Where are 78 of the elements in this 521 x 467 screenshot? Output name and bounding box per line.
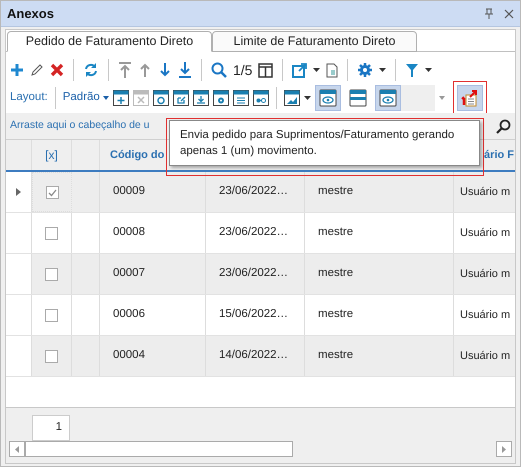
table-row[interactable]: 00008 23/06/2022… mestre Usuário m [6, 213, 515, 254]
caret-icon[interactable] [313, 68, 320, 72]
first-arrow-icon[interactable] [118, 62, 132, 78]
delete-icon[interactable] [50, 63, 64, 77]
last-arrow-icon[interactable] [178, 62, 192, 78]
columns-icon[interactable] [258, 62, 274, 78]
refresh-icon[interactable] [83, 62, 99, 78]
table-cell-text: mestre [318, 307, 354, 322]
scroll-left-icon[interactable] [15, 446, 19, 452]
table-cell-text: 00007 [113, 266, 145, 282]
table-cell-text: Usuário m [460, 266, 510, 282]
table-cell-text: 23/06/2022… [219, 266, 288, 282]
page-number-box: 1 [32, 415, 70, 441]
panel-title: Anexos [7, 4, 54, 23]
toolbar-filler [400, 85, 435, 111]
row-checkbox[interactable] [45, 226, 58, 240]
layout-dropdown[interactable]: Padrão [62, 89, 109, 107]
table-row[interactable]: 00006 15/06/2022… mestre Usuário m [6, 295, 515, 336]
row-checkbox[interactable] [45, 268, 58, 280]
table-row[interactable]: 00007 23/06/2022… mestre Usuário m [6, 254, 515, 295]
row-checkbox[interactable] [46, 186, 58, 198]
layout-label: Layout: [10, 90, 48, 106]
table-cell-text: Usuário m [460, 348, 510, 364]
close-icon[interactable] [504, 8, 514, 18]
row-indicator-icon [16, 188, 21, 196]
document-icon[interactable] [326, 62, 338, 78]
window-gear-icon[interactable] [212, 90, 229, 106]
window-chart-icon[interactable] [284, 90, 300, 106]
table-cell-text: 14/06/2022… [219, 348, 288, 364]
table-row[interactable]: 00004 14/06/2022… mestre Usuário m [6, 336, 515, 377]
table-row[interactable]: 00009 23/06/2022… mestre Usuário m [6, 172, 515, 213]
up-arrow-icon[interactable] [138, 62, 152, 78]
caret-icon[interactable] [425, 68, 432, 72]
page-indicator: 1/5 [233, 60, 252, 80]
tab[interactable]: Pedido de Faturamento Direto [7, 31, 212, 52]
column-header[interactable]: Código do [110, 146, 164, 164]
caret-icon[interactable] [102, 96, 109, 100]
settings-icon[interactable] [357, 62, 374, 78]
column-header[interactable]: ário F [484, 146, 514, 164]
table-cell-text: 00009 [113, 184, 145, 200]
table-cell-text: Usuário m [460, 184, 510, 200]
table-cell-text: 15/06/2022… [219, 307, 288, 322]
table-cell-text: mestre [318, 266, 354, 282]
table-cell-text: Usuário m [460, 308, 510, 323]
column-header[interactable]: [x] [32, 140, 72, 170]
tab[interactable]: Limite de Faturamento Direto [212, 31, 417, 52]
table-cell-text: 00006 [113, 307, 145, 322]
scroll-right-icon[interactable] [502, 446, 506, 452]
caret-icon[interactable] [379, 68, 386, 72]
pencil-icon[interactable] [30, 63, 44, 77]
filter-icon[interactable] [405, 62, 420, 78]
pin-icon[interactable] [484, 8, 494, 19]
down-arrow-icon[interactable] [158, 62, 172, 78]
row-checkbox[interactable] [45, 308, 58, 322]
eye-toggle[interactable] [314, 85, 341, 111]
window-plus-icon[interactable] [112, 90, 129, 106]
group-by-hint: Arraste aqui o cabeçalho de u [10, 118, 150, 134]
table-cell-text: Usuário m [460, 226, 510, 241]
search-icon[interactable] [496, 118, 511, 134]
table-cell-text: mestre [318, 184, 354, 200]
eye-toggle[interactable] [374, 85, 401, 111]
row-checkbox[interactable] [45, 350, 58, 362]
window-refresh-icon[interactable] [152, 90, 169, 106]
table-cell-text: 00008 [113, 225, 145, 240]
table-cell-text: 23/06/2022… [219, 184, 288, 200]
window-list-icon[interactable] [232, 90, 249, 106]
table-cell-text: 23/06/2022… [219, 225, 288, 240]
table-cell-text: mestre [318, 348, 354, 364]
plus-icon[interactable] [10, 63, 24, 77]
table-cell-text: mestre [318, 225, 354, 240]
export-icon[interactable] [292, 62, 308, 78]
window-export-icon[interactable] [172, 90, 189, 106]
table-cell-text: 00004 [113, 348, 145, 364]
horizontal-scrollbar[interactable] [9, 441, 512, 457]
window-download-icon[interactable] [192, 90, 209, 106]
tooltip: Envia pedido para Suprimentos/Faturamento gerando apenas 1 (um) movimento. [169, 120, 480, 166]
caret-icon[interactable] [304, 96, 311, 100]
window-link-icon[interactable] [252, 90, 269, 106]
